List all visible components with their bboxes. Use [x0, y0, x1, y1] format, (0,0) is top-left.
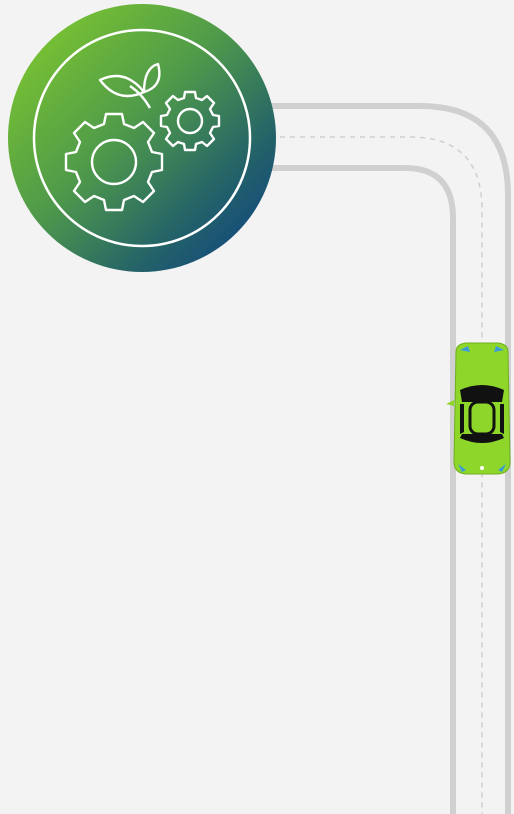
illustration-canvas	[0, 0, 514, 814]
road-illustration	[8, 4, 511, 814]
road-center-lane-line	[240, 136, 483, 814]
road-inner-edge	[240, 165, 456, 814]
car-icon	[446, 342, 511, 475]
gears-and-leaf-badge	[8, 4, 276, 272]
